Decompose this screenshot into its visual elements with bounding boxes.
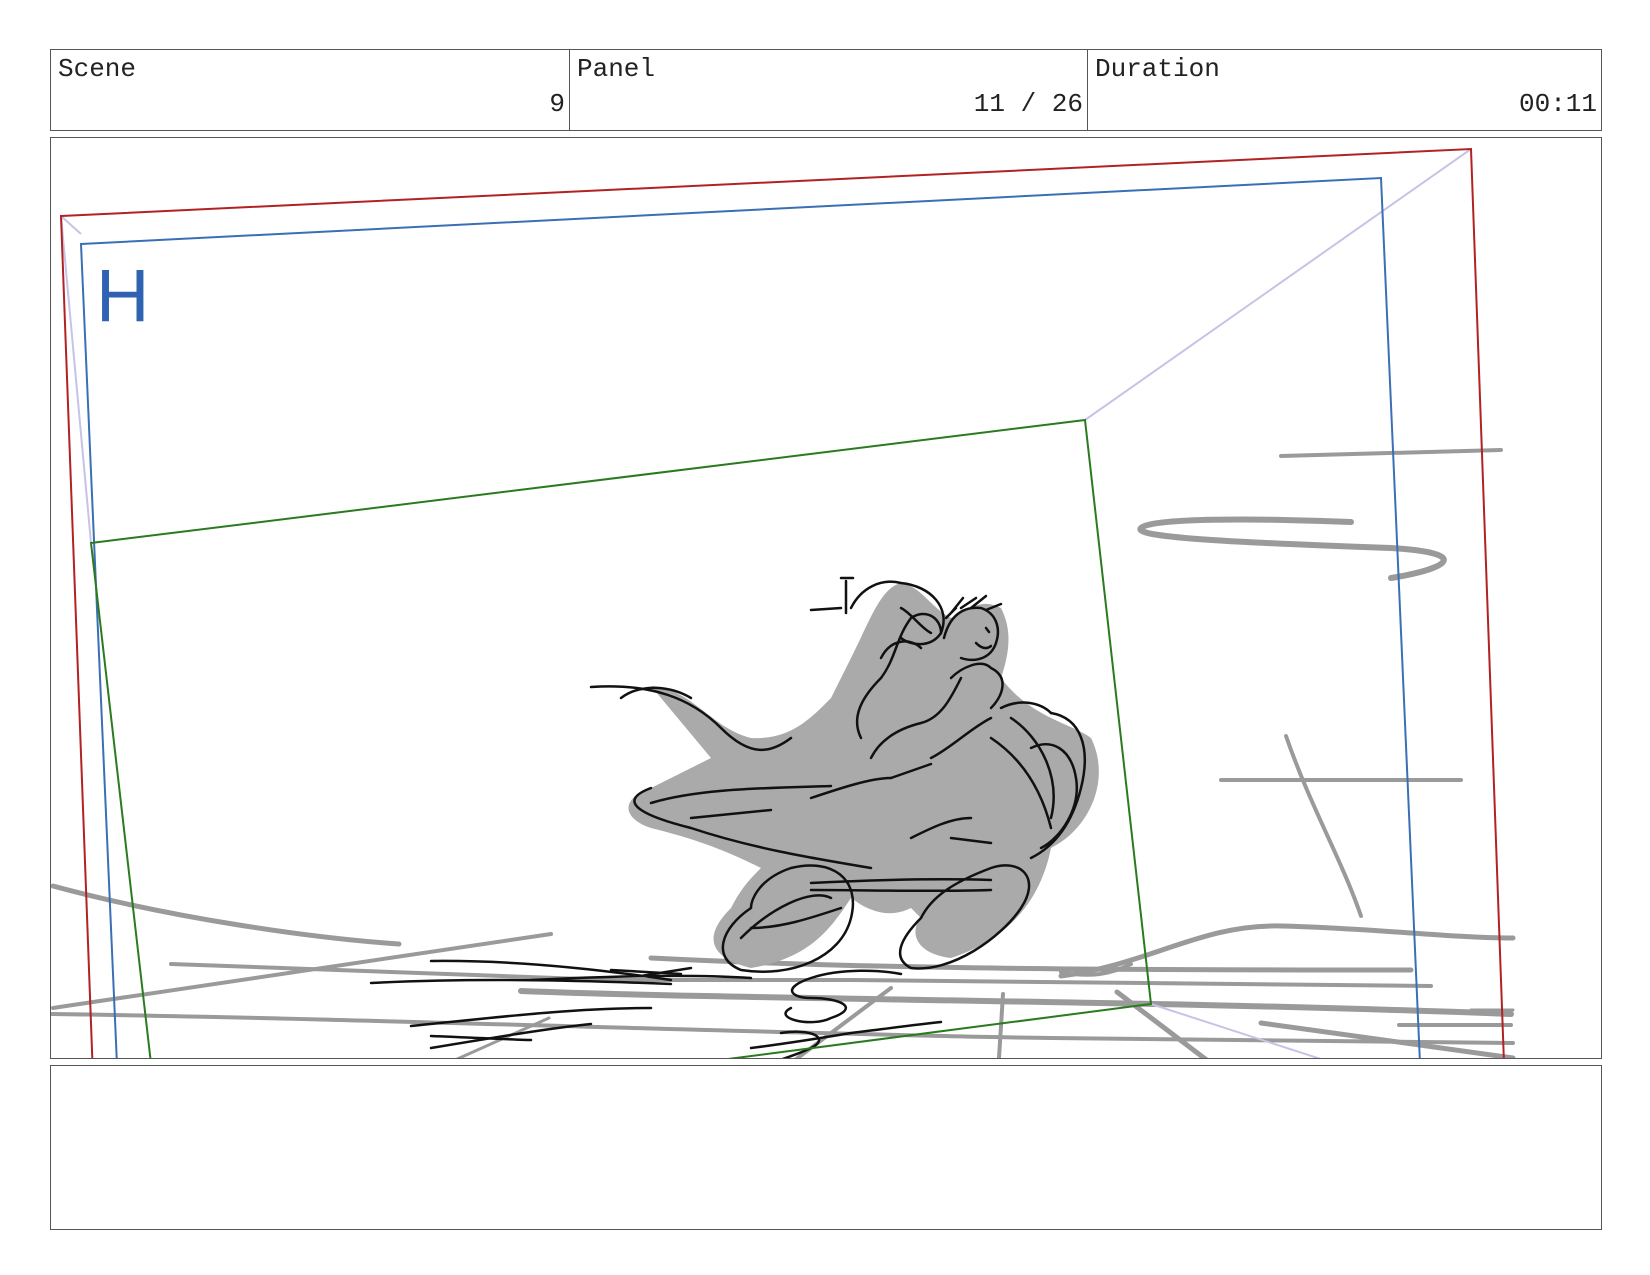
storyboard-frame: H	[50, 137, 1602, 1059]
duration-label: Duration	[1095, 54, 1220, 84]
scene-number: 9	[549, 89, 565, 119]
storyboard-sketch: H	[51, 147, 1516, 1058]
panel-number: 11 / 26	[973, 89, 1083, 119]
panel-label: Panel	[577, 54, 656, 84]
duration-value: 00:11	[1518, 89, 1597, 119]
duration-cell: Duration 00:11	[1087, 50, 1601, 130]
scene-cell: Scene 9	[51, 50, 569, 130]
panel-info-header: Scene 9 Panel 11 / 26 Duration 00:11	[50, 49, 1602, 131]
scene-label: Scene	[58, 54, 137, 84]
panel-notes	[50, 1065, 1602, 1230]
frame-marker: H	[96, 254, 149, 337]
panel-cell: Panel 11 / 26	[569, 50, 1087, 130]
